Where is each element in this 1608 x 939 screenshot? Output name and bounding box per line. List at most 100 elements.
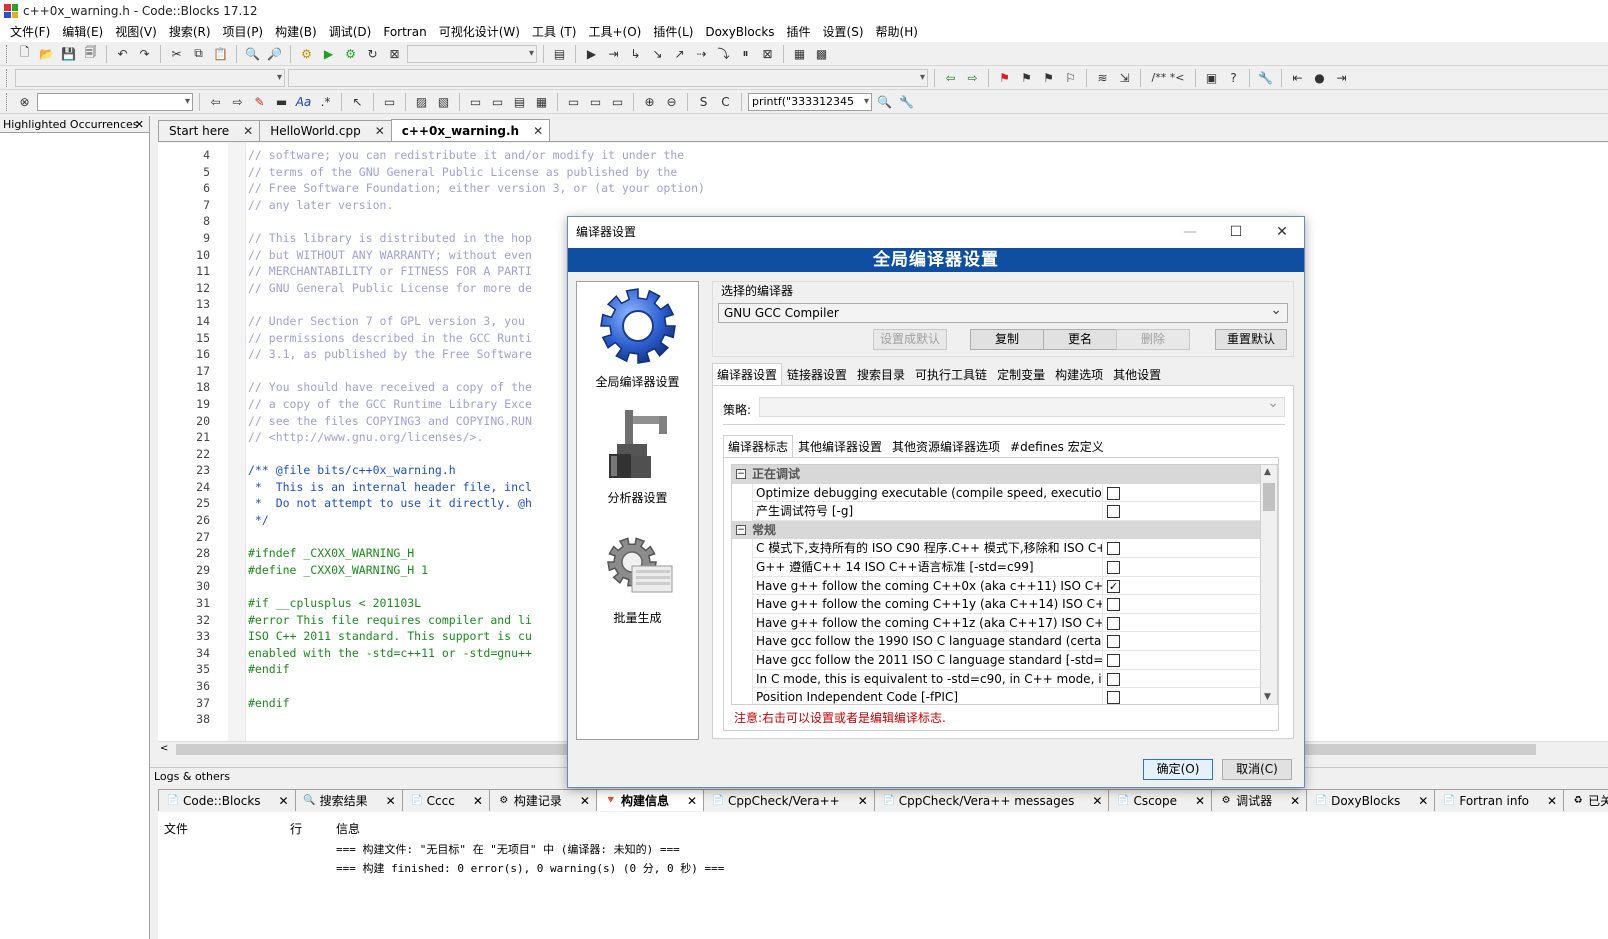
flags-subtab[interactable]: 其他资源编译器选项 <box>887 435 1005 457</box>
zoom-out-icon[interactable]: ⊖ <box>662 92 681 111</box>
pause-icon[interactable]: ⏸ <box>736 44 755 63</box>
flag-checkbox[interactable] <box>1107 561 1120 574</box>
flag-row[interactable]: G++ 遵循C++ 14 ISO C++语言标准 [-std=c99] <box>732 558 1260 577</box>
jump-back-icon[interactable]: ⇦ <box>941 68 960 87</box>
replace-icon[interactable]: 🔎 <box>265 44 284 63</box>
close-icon[interactable]: ✕ <box>858 794 868 808</box>
log-tab[interactable]: 🔻 构建信息 ✕ <box>595 789 705 811</box>
scrollbar-thumb[interactable] <box>1263 483 1275 511</box>
collapse-icon[interactable]: − <box>736 524 746 535</box>
flag-checkbox[interactable] <box>1107 616 1120 630</box>
build-target-select[interactable] <box>407 44 537 63</box>
ok-button[interactable]: 确定(O) <box>1143 759 1213 780</box>
close-icon[interactable]: ✕ <box>243 124 253 138</box>
menu-item[interactable]: DoxyBlocks <box>699 22 780 42</box>
close-icon[interactable]: ✕ <box>279 794 289 808</box>
settings-tab[interactable]: 可执行工具链 <box>910 363 992 385</box>
bitmap-button-icon[interactable]: ▧ <box>434 92 453 111</box>
rename-button[interactable]: 更名 <box>1043 329 1117 350</box>
flag-row[interactable]: In C mode, this is equivalent to -std=c9… <box>732 669 1260 689</box>
step-into-instruction-icon[interactable]: ⤵ <box>714 44 733 63</box>
build-run-icon[interactable]: ⚙ <box>341 44 360 63</box>
pointer-icon[interactable]: ↖ <box>348 92 367 111</box>
reset-defaults-button[interactable]: 重置默认 <box>1215 329 1287 350</box>
comment-icon[interactable]: ≋ <box>1093 68 1112 87</box>
flag-row[interactable]: Have g++ follow the coming C++1z (aka C+… <box>732 613 1260 633</box>
flag-row[interactable]: C 模式下,支持所有的 ISO C90 程序.C++ 模式下,移除和 ISO C… <box>732 539 1260 558</box>
compiler-select[interactable]: GNU GCC Compiler <box>718 301 1288 323</box>
search-icon[interactable]: 🔍 <box>875 92 894 111</box>
chm-help-icon[interactable]: ? <box>1224 68 1243 87</box>
settings-tab[interactable]: 其他设置 <box>1108 363 1166 385</box>
flag-checkbox[interactable] <box>1107 486 1120 500</box>
column-header-line[interactable]: 行 <box>290 820 302 837</box>
editor-tab[interactable]: c++0x_warning.h ✕ <box>390 119 551 141</box>
log-tab[interactable]: 📄 DoxyBlocks ✕ <box>1306 789 1436 811</box>
code-line[interactable]: // software; you can redistribute it and… <box>248 147 705 164</box>
close-icon[interactable]: ✕ <box>1092 794 1102 808</box>
code-snippet-select[interactable]: printf("333312345 <box>748 92 872 111</box>
incremental-search-input[interactable] <box>37 92 193 111</box>
zoom-in-icon[interactable]: ⊕ <box>640 92 659 111</box>
dot-icon[interactable]: ● <box>1310 68 1329 87</box>
flag-row[interactable]: Have gcc follow the 2011 ISO C language … <box>732 651 1260 670</box>
flag-checkbox[interactable] <box>1107 598 1120 612</box>
function-select[interactable] <box>288 68 928 87</box>
debug-windows-icon[interactable]: ▦ <box>790 44 809 63</box>
frame-icon[interactable]: ▭ <box>380 92 399 111</box>
show-select-target-icon[interactable]: ▤ <box>550 44 569 63</box>
log-line[interactable]: === 构建文件: "无目标" 在 "无项目" 中 (编译器: 未知的) === <box>336 840 724 859</box>
doxyblocks-comment-icon[interactable]: /** *< <box>1147 68 1189 87</box>
close-icon[interactable]: ✕ <box>1547 794 1557 808</box>
find-previous-icon[interactable]: ⇦ <box>206 92 225 111</box>
cut-icon[interactable]: ✂ <box>167 44 186 63</box>
settings-tab[interactable]: 搜索目录 <box>852 363 910 385</box>
flags-subtab[interactable]: 其他编译器设置 <box>793 435 887 457</box>
next-bookmark-icon[interactable]: ⚑ <box>1039 68 1058 87</box>
save-all-icon[interactable]: 🗐 <box>81 44 100 63</box>
flag-checkbox[interactable] <box>1107 691 1120 704</box>
close-icon[interactable]: ✕ <box>580 794 590 808</box>
settings-tab[interactable]: 定制变量 <box>992 363 1050 385</box>
uncomment-icon[interactable]: ⇲ <box>1115 68 1134 87</box>
close-icon[interactable]: ✕ <box>473 794 483 808</box>
log-tab[interactable]: 📄 Cscope ✕ <box>1108 789 1213 811</box>
rebuild-icon[interactable]: ↻ <box>363 44 382 63</box>
log-tab[interactable]: 📄 CppCheck/Vera++ ✕ <box>703 789 875 811</box>
log-tab[interactable]: 📄 Cccc ✕ <box>401 789 490 811</box>
match-case-icon[interactable]: Aa <box>294 92 313 111</box>
open-file-icon[interactable]: 📂 <box>37 44 56 63</box>
find-next-icon[interactable]: ⇨ <box>228 92 247 111</box>
flag-checkbox[interactable] <box>1107 542 1120 556</box>
clear-search-icon[interactable]: ⊗ <box>15 92 34 111</box>
clear-bookmarks-icon[interactable]: ⚐ <box>1061 68 1080 87</box>
policy-select[interactable] <box>759 395 1285 417</box>
log-tab[interactable]: 🔍 搜索结果 ✕ <box>294 789 403 811</box>
column-header-file[interactable]: 文件 <box>164 820 188 837</box>
log-tab[interactable]: 📄 Fortran info ✕ <box>1434 789 1565 811</box>
selected-text-icon[interactable]: ▬ <box>272 92 291 111</box>
minimize-icon[interactable]: — <box>1168 217 1212 248</box>
save-icon[interactable]: 💾 <box>59 44 78 63</box>
nav-item-profiler[interactable]: 分析器设置 <box>577 406 698 506</box>
close-icon[interactable]: ✕ <box>1418 794 1428 808</box>
flag-checkbox[interactable] <box>1107 505 1120 519</box>
cancel-button[interactable]: 取消(C) <box>1222 759 1292 780</box>
settings-tab[interactable]: 编译器设置 <box>712 363 783 385</box>
toolbar-grip[interactable] <box>6 68 9 87</box>
grid-panel-icon[interactable]: ▦ <box>532 92 551 111</box>
settings-tab[interactable]: 构建选项 <box>1050 363 1108 385</box>
copy-button[interactable]: 复制 <box>970 329 1044 350</box>
copy-icon[interactable]: ⧉ <box>189 44 208 63</box>
build-icon[interactable]: ⚙ <box>297 44 316 63</box>
flag-category[interactable]: − 正在调试 <box>732 465 1260 484</box>
flag-checkbox[interactable] <box>1107 635 1120 649</box>
collapse-icon[interactable]: − <box>736 469 746 479</box>
debug-continue-icon[interactable]: ▶ <box>582 44 601 63</box>
close-icon[interactable]: ✕ <box>135 116 144 133</box>
flag-checkbox[interactable] <box>1107 672 1120 686</box>
menu-item[interactable]: 设置(S) <box>817 22 870 42</box>
stop-debugger-icon[interactable]: ⊠ <box>758 44 777 63</box>
close-icon[interactable]: ✕ <box>386 794 396 808</box>
next-line-icon[interactable]: ↳ <box>626 44 645 63</box>
